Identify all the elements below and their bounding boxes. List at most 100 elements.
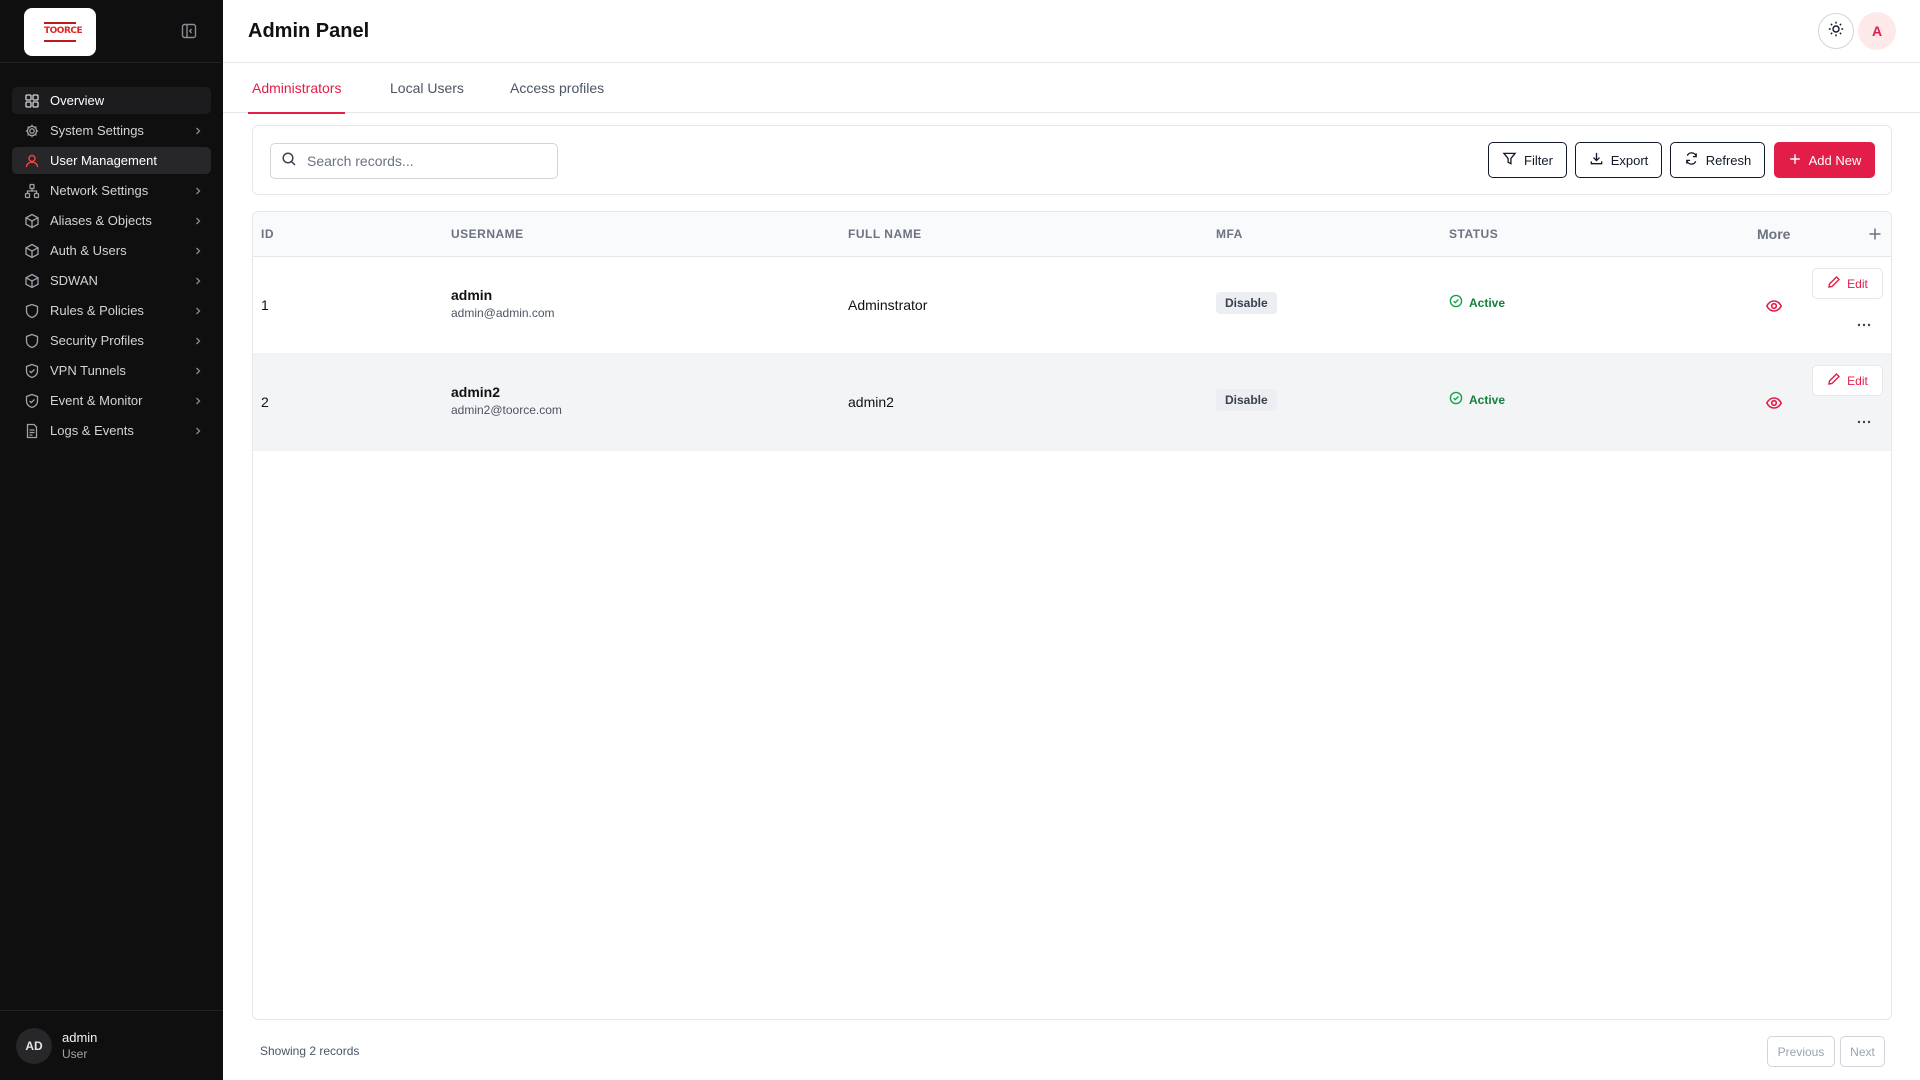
tab-access-profiles[interactable]: Access profiles bbox=[506, 63, 608, 113]
sidebar-nav: Overview System Settings User Management… bbox=[0, 63, 223, 444]
tab-local-users[interactable]: Local Users bbox=[386, 63, 468, 113]
refresh-label: Refresh bbox=[1705, 152, 1752, 168]
user-name: admin bbox=[62, 1029, 98, 1045]
sidebar-user[interactable]: AD admin User bbox=[0, 1010, 223, 1080]
chevron-right-icon bbox=[193, 276, 203, 286]
add-column-icon[interactable] bbox=[1867, 226, 1883, 242]
table-row[interactable]: 2 admin2 admin2@toorce.com admin2 Disabl… bbox=[253, 354, 1891, 451]
sidebar-item-aliases-objects[interactable]: Aliases & Objects bbox=[12, 207, 211, 234]
more-actions-icon[interactable] bbox=[1855, 317, 1873, 327]
column-header-full-name[interactable]: FULL NAME bbox=[848, 212, 922, 257]
column-header-username[interactable]: USERNAME bbox=[451, 212, 524, 257]
edit-button[interactable]: Edit bbox=[1812, 365, 1883, 396]
sidebar-item-system-settings[interactable]: System Settings bbox=[12, 117, 211, 144]
chevron-right-icon bbox=[193, 246, 203, 256]
filter-icon bbox=[1502, 151, 1517, 169]
toolbar: Filter Export Refresh Add New bbox=[252, 125, 1892, 195]
search-input[interactable] bbox=[307, 153, 547, 169]
add-new-button[interactable]: Add New bbox=[1774, 142, 1875, 178]
shield-icon bbox=[24, 303, 40, 319]
sidebar-item-vpn-tunnels[interactable]: VPN Tunnels bbox=[12, 357, 211, 384]
mfa-badge: Disable bbox=[1216, 389, 1277, 411]
status-badge: Active bbox=[1449, 294, 1505, 311]
cube-icon bbox=[24, 273, 40, 289]
column-header-id[interactable]: ID bbox=[261, 212, 274, 257]
sidebar-collapse-icon[interactable] bbox=[180, 22, 198, 40]
cell-mfa: Disable bbox=[1216, 292, 1277, 314]
brand-logo[interactable]: TOORCE bbox=[24, 8, 96, 56]
download-icon bbox=[1589, 151, 1604, 169]
cell-username: admin2 admin2@toorce.com bbox=[451, 384, 562, 417]
sidebar-brand: TOORCE bbox=[0, 0, 223, 63]
search-icon bbox=[281, 151, 297, 172]
table-row[interactable]: 1 admin admin@admin.com Adminstrator Dis… bbox=[253, 257, 1891, 354]
sun-icon bbox=[1827, 20, 1845, 43]
add-new-label: Add New bbox=[1808, 152, 1862, 168]
sidebar: TOORCE Overview System Settings User Man… bbox=[0, 0, 223, 1080]
page-title: Admin Panel bbox=[248, 20, 370, 42]
tab-administrators[interactable]: Administrators bbox=[248, 63, 346, 114]
email-text: admin@admin.com bbox=[451, 306, 555, 320]
sidebar-item-event-monitor[interactable]: Event & Monitor bbox=[12, 387, 211, 414]
username-text: admin bbox=[451, 287, 493, 303]
check-circle-icon bbox=[1449, 391, 1463, 408]
shield-check-icon bbox=[24, 393, 40, 409]
sidebar-item-overview[interactable]: Overview bbox=[12, 87, 211, 114]
mfa-badge: Disable bbox=[1216, 292, 1277, 314]
cell-full-name: Adminstrator bbox=[848, 297, 928, 313]
table-header: ID USERNAME FULL NAME MFA STATUS More bbox=[253, 212, 1891, 257]
edit-button[interactable]: Edit bbox=[1812, 268, 1883, 299]
sidebar-item-label: VPN Tunnels bbox=[50, 363, 126, 378]
gear-icon bbox=[24, 123, 40, 139]
search-box[interactable] bbox=[270, 143, 558, 179]
filter-label: Filter bbox=[1524, 152, 1553, 168]
cell-full-name: admin2 bbox=[848, 394, 894, 410]
sidebar-item-label: SDWAN bbox=[50, 273, 98, 288]
cell-username: admin admin@admin.com bbox=[451, 287, 555, 320]
sidebar-item-sdwan[interactable]: SDWAN bbox=[12, 267, 211, 294]
next-page-button[interactable]: Next bbox=[1840, 1036, 1885, 1067]
view-eye-icon[interactable] bbox=[1765, 297, 1783, 315]
shield-icon bbox=[24, 333, 40, 349]
export-button[interactable]: Export bbox=[1575, 142, 1662, 178]
sidebar-item-auth-users[interactable]: Auth & Users bbox=[12, 237, 211, 264]
theme-toggle-button[interactable] bbox=[1818, 13, 1854, 49]
sidebar-item-user-management[interactable]: User Management bbox=[12, 147, 211, 174]
sidebar-item-label: Rules & Policies bbox=[50, 303, 144, 318]
sidebar-item-label: Aliases & Objects bbox=[50, 213, 152, 228]
sidebar-item-label: User Management bbox=[50, 153, 157, 168]
sidebar-item-label: Network Settings bbox=[50, 183, 149, 198]
sidebar-item-network-settings[interactable]: Network Settings bbox=[12, 177, 211, 204]
plus-icon bbox=[1788, 152, 1802, 169]
grid-icon bbox=[24, 93, 40, 109]
avatar: AD bbox=[16, 1027, 52, 1064]
shield-check-icon bbox=[24, 363, 40, 379]
refresh-button[interactable]: Refresh bbox=[1670, 142, 1765, 178]
chevron-right-icon bbox=[193, 216, 203, 226]
export-label: Export bbox=[1610, 152, 1649, 168]
cell-status: Active bbox=[1449, 294, 1505, 311]
sidebar-item-label: Event & Monitor bbox=[50, 393, 143, 408]
user-role: User bbox=[62, 1046, 88, 1061]
view-eye-icon[interactable] bbox=[1765, 394, 1783, 412]
sidebar-item-label: System Settings bbox=[50, 123, 144, 138]
chevron-right-icon bbox=[193, 126, 203, 136]
column-header-mfa[interactable]: MFA bbox=[1216, 212, 1243, 257]
sidebar-item-rules-policies[interactable]: Rules & Policies bbox=[12, 297, 211, 324]
status-text: Active bbox=[1469, 295, 1506, 310]
sidebar-item-logs-events[interactable]: Logs & Events bbox=[12, 417, 211, 444]
header-avatar[interactable]: A bbox=[1858, 12, 1896, 50]
column-header-status[interactable]: STATUS bbox=[1449, 212, 1498, 257]
sidebar-item-label: Auth & Users bbox=[50, 243, 127, 258]
cube-icon bbox=[24, 213, 40, 229]
filter-button[interactable]: Filter bbox=[1488, 142, 1567, 178]
refresh-icon bbox=[1684, 151, 1699, 169]
sidebar-item-security-profiles[interactable]: Security Profiles bbox=[12, 327, 211, 354]
username-text: admin2 bbox=[451, 384, 501, 400]
column-header-more: More bbox=[1757, 226, 1791, 242]
edit-label: Edit bbox=[1847, 276, 1868, 291]
more-actions-icon[interactable] bbox=[1855, 414, 1873, 424]
sidebar-item-label: Security Profiles bbox=[50, 333, 144, 348]
previous-page-button[interactable]: Previous bbox=[1767, 1036, 1835, 1067]
top-header: Admin Panel A bbox=[223, 0, 1920, 63]
